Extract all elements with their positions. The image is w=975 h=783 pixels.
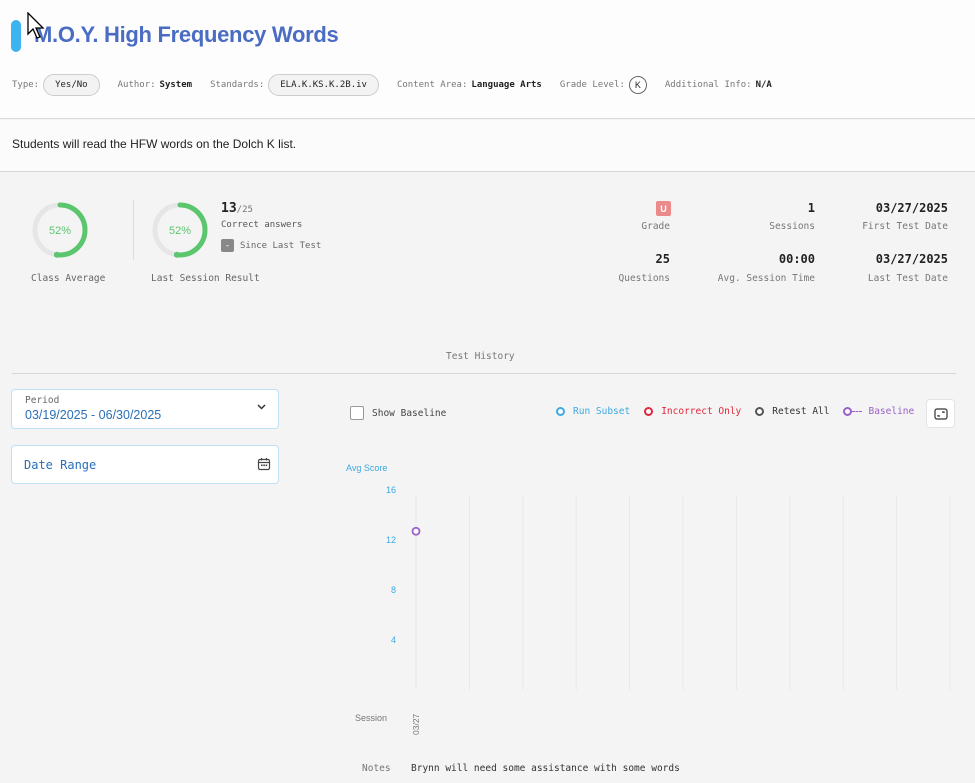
first-test-date-value: 03/27/2025 <box>875 201 948 215</box>
grade-badge: U <box>656 201 671 216</box>
chart-legend: Run Subset Incorrect Only Retest All Bas… <box>556 406 914 417</box>
class-average-percent: 52% <box>49 225 71 237</box>
mouse-cursor-icon <box>27 12 45 39</box>
author-label: Author: <box>117 80 156 90</box>
baseline-dash-icon <box>852 411 863 412</box>
avg-session-time-label: Avg. Session Time <box>717 273 815 284</box>
legend-incorrect-only[interactable]: Incorrect Only <box>644 406 741 417</box>
assessment-header <box>0 0 975 119</box>
expand-chart-button[interactable] <box>926 399 955 428</box>
legend-incorrect-only-label: Incorrect Only <box>661 406 742 417</box>
legend-baseline-label: Baseline <box>868 406 915 417</box>
correct-total: /25 <box>236 205 253 215</box>
stats-divider <box>133 200 134 260</box>
additional-info-label: Additional Info: <box>664 80 752 90</box>
baseline-data-point[interactable] <box>411 526 421 536</box>
x-axis-label: Session <box>355 713 387 723</box>
test-history-chart: Avg Score 16 12 8 4 Session 03/27 <box>346 463 951 735</box>
y-tick-label: 12 <box>386 535 396 545</box>
since-last-test-label: Since Last Test <box>240 240 322 251</box>
y-tick-label: 8 <box>391 585 396 595</box>
last-session-label: Last Session Result <box>151 273 260 284</box>
expand-icon <box>933 407 948 420</box>
grade-label: Grade <box>641 221 670 232</box>
incorrect-only-marker-icon <box>644 407 654 416</box>
y-tick-label: 4 <box>391 635 396 645</box>
y-tick-label: 16 <box>386 485 396 495</box>
questions-label: Questions <box>618 273 670 284</box>
show-baseline-toggle[interactable]: Show Baseline <box>350 406 446 420</box>
author-value: System <box>159 80 193 90</box>
last-test-date-value: 03/27/2025 <box>875 252 948 266</box>
last-test-date-label: Last Test Date <box>867 273 948 284</box>
sessions-label: Sessions <box>769 221 815 232</box>
notes-text: Brynn will need some assistance with som… <box>411 763 680 774</box>
assessment-description: Students will read the HFW words on the … <box>12 137 297 151</box>
chevron-down-icon <box>257 402 266 413</box>
title-accent-bar <box>11 20 21 52</box>
retest-all-marker-icon <box>755 407 765 416</box>
test-history-title: Test History <box>446 351 515 362</box>
no-change-icon: - <box>221 239 234 252</box>
type-pill: Yes/No <box>43 74 100 96</box>
class-average-gauge: 52% <box>32 202 88 258</box>
type-label: Type: <box>12 80 40 90</box>
show-baseline-checkbox[interactable] <box>350 406 364 420</box>
additional-info-value: N/A <box>755 80 772 90</box>
last-session-gauge: 52% <box>152 202 208 258</box>
sessions-value: 1 <box>807 201 815 215</box>
legend-baseline[interactable]: Baseline <box>843 406 914 417</box>
legend-run-subset-label: Run Subset <box>573 406 631 417</box>
questions-value: 25 <box>655 252 670 266</box>
correct-count: 13 <box>221 201 237 216</box>
period-value: 03/19/2025 - 06/30/2025 <box>25 408 162 422</box>
standards-pill[interactable]: ELA.K.KS.K.2B.iv <box>268 74 379 96</box>
calendar-icon[interactable] <box>257 457 271 476</box>
notes-label: Notes <box>362 763 391 774</box>
since-last-test: - Since Last Test <box>221 239 321 252</box>
legend-retest-all-label: Retest All <box>772 406 830 417</box>
x-tick-label: 03/27 <box>411 713 421 735</box>
class-average-label: Class Average <box>31 273 106 284</box>
baseline-marker-icon <box>843 407 853 416</box>
correct-answers-label: Correct answers <box>221 220 303 230</box>
last-session-percent: 52% <box>169 225 191 237</box>
content-area-label: Content Area: <box>396 80 468 90</box>
show-baseline-label: Show Baseline <box>372 407 447 419</box>
assessment-meta: Type: Yes/No Author: System Standards: E… <box>12 73 790 97</box>
first-test-date-label: First Test Date <box>862 221 948 232</box>
run-subset-marker-icon <box>556 407 565 416</box>
grade-level-label: Grade Level: <box>559 80 625 90</box>
avg-session-time-value: 00:00 <box>778 252 815 266</box>
period-label: Period <box>25 395 60 406</box>
date-range-placeholder: Date Range <box>24 458 97 472</box>
standards-label: Standards: <box>210 80 265 90</box>
period-select[interactable]: Period 03/19/2025 - 06/30/2025 <box>11 389 279 429</box>
correct-answers-count: 13/25 <box>221 201 253 216</box>
y-axis-label: Avg Score <box>346 463 387 473</box>
legend-run-subset[interactable]: Run Subset <box>556 406 630 417</box>
test-history-divider <box>12 373 956 374</box>
legend-retest-all[interactable]: Retest All <box>755 406 829 417</box>
grade-level-badge: K <box>628 76 647 94</box>
date-range-input[interactable]: Date Range <box>11 445 279 484</box>
page-title: M.O.Y. High Frequency Words <box>34 22 339 47</box>
content-area-value: Language Arts <box>471 80 542 90</box>
